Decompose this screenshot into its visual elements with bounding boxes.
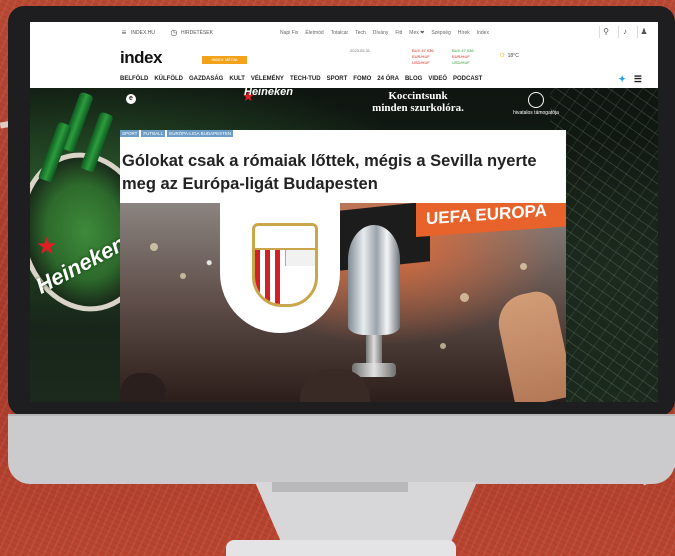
weather-widget[interactable]: ☼ 18°C	[498, 49, 519, 59]
raised-hands	[493, 287, 566, 402]
ads-label: HIRDETÉSEK	[181, 30, 213, 36]
club-crest-background	[220, 203, 340, 333]
market-ticker-2: BUX 47 936 EUR/HUF USD/HUF	[452, 48, 474, 66]
nav-item-podcast[interactable]: PODCAST	[453, 76, 482, 82]
ads-link[interactable]: ◷ HIRDETÉSEK	[170, 29, 213, 37]
partner-link[interactable]: Dívány	[373, 30, 389, 36]
sevilla-crest-icon	[252, 223, 318, 307]
date-text: 2023.05.31	[350, 48, 371, 53]
nav-item-velemeny[interactable]: VÉLEMÉNY	[251, 76, 284, 82]
bokeh-light	[440, 343, 446, 349]
nav-item-kulfold[interactable]: KÜLFÖLD	[154, 76, 183, 82]
bokeh-light	[180, 273, 186, 279]
sun-icon: ☼	[498, 49, 507, 59]
clock-icon: ◷	[170, 28, 178, 37]
bokeh-light	[520, 263, 527, 270]
partner-link[interactable]: Totalcar	[331, 30, 349, 36]
bokeh-light	[150, 243, 158, 251]
ticker-item: USD/HUF	[452, 60, 470, 65]
crest-top	[255, 226, 315, 250]
user-icon[interactable]: ♟	[637, 26, 650, 38]
sponsor-logo-icon: e	[126, 94, 136, 104]
date-readout: 2023.05.31	[350, 48, 370, 54]
menu-icon: ≡	[121, 28, 127, 37]
uel-trophy-icon	[528, 92, 544, 108]
nav-item-blog[interactable]: BLOG	[405, 76, 422, 82]
partner-link[interactable]: Hírek	[458, 30, 470, 36]
partner-link[interactable]: Index	[477, 30, 489, 36]
nav-item-kult[interactable]: KULT	[229, 76, 245, 82]
partner-link[interactable]: Szépség	[431, 30, 450, 36]
ad-slogan: Koccintsunk minden szurkolóra.	[348, 90, 488, 114]
monitor-stand-shadow	[272, 482, 408, 492]
trophy-stem	[366, 335, 382, 363]
sponsor-label: hivatalos támogatója	[513, 110, 559, 116]
tag-europa-liga[interactable]: EURÓPA-LIGA BUDAPESTEN	[167, 130, 234, 137]
tag-sport[interactable]: SPORT	[120, 130, 140, 137]
ad-slogan-line1: Koccintsunk	[388, 90, 448, 102]
search-icon[interactable]: ⚲	[599, 26, 612, 38]
article-tags: SPORT FUTBALL EURÓPA-LIGA BUDAPESTEN	[120, 130, 234, 137]
player-head	[120, 373, 166, 402]
ad-sponsor-mark: e	[126, 94, 136, 104]
weather-temp: 18°C	[507, 53, 519, 59]
menu-icon[interactable]: ☰	[634, 74, 642, 85]
masthead: index INDEX MÉDIA 2023.05.31 BUX 47 936 …	[30, 44, 658, 72]
trophy-cup	[348, 225, 400, 335]
nav-item-gazdasag[interactable]: GAZDASÁG	[189, 76, 223, 82]
europa-league-trophy	[338, 225, 410, 385]
partner-nav: Napi Fix Életmód Totalcar Tech Dívány Fi…	[280, 30, 489, 36]
partner-link[interactable]: Tech	[355, 30, 366, 36]
top-right-icons: ⚲ ♪ ♟	[599, 26, 650, 38]
ticker-item: USD/HUF	[412, 60, 430, 65]
nav-item-tech-tud[interactable]: TECH-TUD	[290, 76, 321, 82]
article-card: SPORT FUTBALL EURÓPA-LIGA BUDAPESTEN Gól…	[120, 130, 566, 402]
nav-item-video[interactable]: VIDEÓ	[428, 76, 447, 82]
nav-item-fomo[interactable]: FOMO	[353, 76, 371, 82]
nav-item-24-ora[interactable]: 24 ÓRA	[377, 76, 399, 82]
uel-photo-banner: UEFA EUROPA	[416, 203, 566, 237]
monitor-chin	[8, 414, 675, 484]
uel-sponsor-logo: hivatalos támogatója	[508, 92, 564, 116]
article-headline[interactable]: Gólokat csak a rómaiak lőttek, mégis a S…	[122, 150, 562, 196]
monitor-base	[226, 540, 456, 556]
ad-slogan-line2: minden szurkolóra.	[372, 102, 464, 114]
article-hero-photo[interactable]: UEFA EUROPA	[120, 203, 566, 402]
market-ticker: BUX 47 936 EUR/HUF USD/HUF	[412, 48, 434, 66]
top-utility-bar: ≡ INDEX.HU ◷ HIRDETÉSEK Napi Fix Életmód…	[30, 22, 658, 45]
red-star-icon: ★	[36, 233, 58, 260]
city-map-ad-texture	[550, 88, 658, 402]
index-logo[interactable]: index	[120, 48, 162, 68]
monitor-screen: ≡ INDEX.HU ◷ HIRDETÉSEK Napi Fix Életmód…	[30, 22, 658, 402]
bell-icon[interactable]: ♪	[618, 26, 631, 38]
partner-link[interactable]: Életmód	[305, 30, 323, 36]
site-menu-button[interactable]: ≡ INDEX.HU	[120, 29, 155, 37]
tag-futball[interactable]: FUTBALL	[141, 130, 166, 137]
partner-link[interactable]: Napi Fix	[280, 30, 298, 36]
twitter-icon[interactable]: ✦	[618, 74, 626, 85]
nav-item-sport[interactable]: SPORT	[327, 76, 348, 82]
ad-brand-name: Heineken	[244, 86, 293, 98]
bokeh-light	[460, 293, 469, 302]
nav-right-icons: ✦ ☰	[618, 74, 642, 85]
site-label: INDEX.HU	[131, 30, 155, 36]
nav-item-belfold[interactable]: BELFÖLD	[120, 76, 148, 82]
partner-link[interactable]: Mex ❤	[409, 30, 424, 36]
section-nav-items: BELFÖLD KÜLFÖLD GAZDASÁG KULT VÉLEMÉNY T…	[120, 76, 482, 82]
partner-link[interactable]: Fitt	[395, 30, 402, 36]
media-badge[interactable]: INDEX MÉDIA	[202, 56, 247, 64]
